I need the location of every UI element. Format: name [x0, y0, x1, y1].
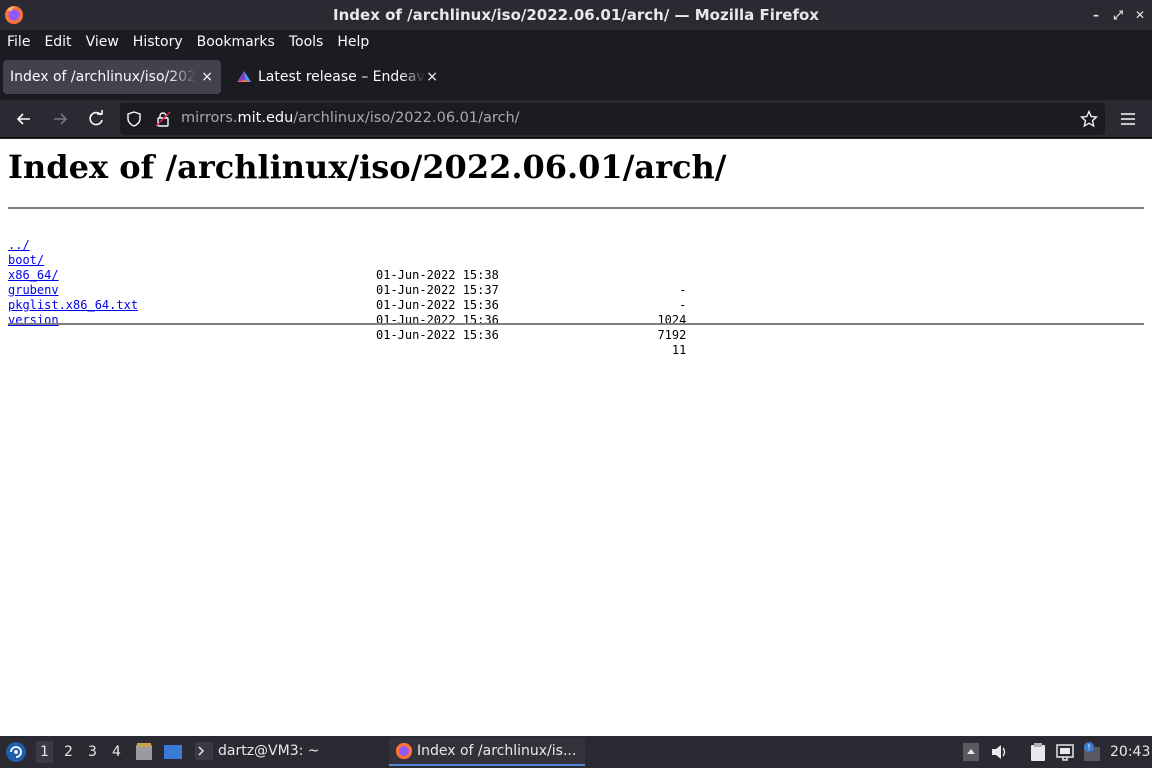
app-menu-icon[interactable] [5, 741, 27, 763]
workspace-2[interactable]: 2 [64, 744, 73, 760]
file-date: 01-Jun-2022 15:36 [376, 313, 499, 327]
url-text: mirrors.mit.edu/archlinux/iso/2022.06.01… [181, 110, 520, 126]
url-prefix: mirrors. [181, 110, 238, 126]
reload-icon[interactable] [86, 109, 106, 129]
lock-icon[interactable] [155, 111, 171, 127]
list-item: x86_64/ 01-Jun-2022 15:37 - [8, 253, 686, 312]
file-date: 01-Jun-2022 15:38 [376, 268, 499, 282]
tray-up-icon[interactable] [963, 743, 979, 761]
nav-bar: mirrors.mit.edu/archlinux/iso/2022.06.01… [0, 100, 1152, 138]
list-item: version 01-Jun-2022 15:36 11 [8, 298, 686, 357]
menu-tools[interactable]: Tools [289, 34, 324, 50]
url-bar[interactable]: mirrors.mit.edu/archlinux/iso/2022.06.01… [120, 103, 1105, 135]
firefox-task-label: Index of /archlinux/is... [417, 743, 577, 759]
divider [8, 207, 1144, 209]
tab-endeavouros[interactable]: Latest release – EndeavourOS × [228, 60, 446, 94]
file-size: 7192 [657, 328, 687, 342]
desktop-icon[interactable] [162, 742, 184, 762]
back-icon[interactable] [14, 109, 34, 129]
clipboard-icon[interactable] [1028, 742, 1048, 762]
tab-label: Index of /archlinux/iso/2022.06.01/arch/ [10, 69, 196, 85]
workspace-3[interactable]: 3 [88, 744, 97, 760]
file-size: 1024 [657, 313, 687, 327]
file-listing: ../ boot/ 01-Jun-2022 15:38 - x86_64/ 01… [8, 223, 686, 357]
close-tab-icon[interactable]: × [426, 69, 438, 85]
file-manager-icon[interactable] [134, 742, 154, 762]
list-item: boot/ 01-Jun-2022 15:38 - [8, 238, 686, 297]
firefox-task[interactable]: Index of /archlinux/is... [389, 738, 585, 766]
taskbar: 1 2 3 4 dartz@VM3: ~ Index of /archlinux… [0, 736, 1152, 768]
terminal-icon [195, 742, 213, 760]
url-path: /archlinux/iso/2022.06.01/arch/ [293, 110, 520, 126]
menu-file[interactable]: File [7, 34, 30, 50]
forward-icon[interactable] [50, 109, 70, 129]
page-title: Index of /archlinux/iso/2022.06.01/arch/ [8, 148, 727, 186]
update-notifier-icon[interactable]: ! [1082, 741, 1102, 763]
menu-view[interactable]: View [86, 34, 119, 50]
menu-bookmarks[interactable]: Bookmarks [197, 34, 275, 50]
svg-text:!: ! [1087, 743, 1090, 752]
minimize-button[interactable]: – [1090, 8, 1102, 22]
workspace-1[interactable]: 1 [36, 741, 53, 763]
clock: 20:43 [1110, 744, 1151, 760]
tab-label: Latest release – EndeavourOS [258, 69, 426, 85]
url-host: mit.edu [237, 110, 294, 126]
menu-help[interactable]: Help [337, 34, 369, 50]
tab-index[interactable]: Index of /archlinux/iso/2022.06.01/arch/… [3, 60, 221, 94]
shield-icon[interactable] [126, 111, 142, 127]
menu-edit[interactable]: Edit [44, 34, 71, 50]
list-item: pkglist.x86_64.txt 01-Jun-2022 15:36 719… [8, 283, 686, 342]
endeavouros-icon [237, 71, 251, 82]
window-titlebar: Index of /archlinux/iso/2022.06.01/arch/… [0, 0, 1152, 30]
divider [8, 323, 1144, 325]
file-date: 01-Jun-2022 15:36 [376, 298, 499, 312]
tab-strip: Index of /archlinux/iso/2022.06.01/arch/… [0, 54, 1152, 142]
menu-bar: File Edit View History Bookmarks Tools H… [0, 30, 1152, 54]
terminal-task[interactable]: dartz@VM3: ~ [195, 742, 320, 760]
maximize-button[interactable]: ⤢ [1112, 8, 1124, 23]
file-size: - [679, 283, 687, 297]
close-window-button[interactable]: ✕ [1134, 8, 1146, 22]
page-content: Index of /archlinux/iso/2022.06.01/arch/… [0, 139, 1152, 736]
file-size: - [679, 298, 687, 312]
file-date: 01-Jun-2022 15:37 [376, 283, 499, 297]
volume-icon[interactable] [990, 743, 1010, 761]
network-icon[interactable] [1055, 742, 1075, 762]
close-tab-icon[interactable]: × [201, 69, 213, 85]
bookmark-star-icon[interactable] [1080, 110, 1098, 128]
workspace-4[interactable]: 4 [112, 744, 121, 760]
file-link-version[interactable]: version [8, 313, 59, 328]
file-date: 01-Jun-2022 15:36 [376, 328, 499, 342]
terminal-task-label: dartz@VM3: ~ [218, 743, 320, 759]
window-title: Index of /archlinux/iso/2022.06.01/arch/… [333, 6, 819, 24]
list-item: ../ [8, 223, 51, 252]
menu-history[interactable]: History [133, 34, 183, 50]
hamburger-menu-icon[interactable] [1119, 109, 1137, 129]
window-controls: – ⤢ ✕ [1090, 0, 1146, 30]
list-item: grubenv 01-Jun-2022 15:36 1024 [8, 268, 686, 327]
file-size: 11 [671, 343, 687, 357]
firefox-icon [5, 6, 23, 24]
firefox-icon [395, 742, 413, 760]
